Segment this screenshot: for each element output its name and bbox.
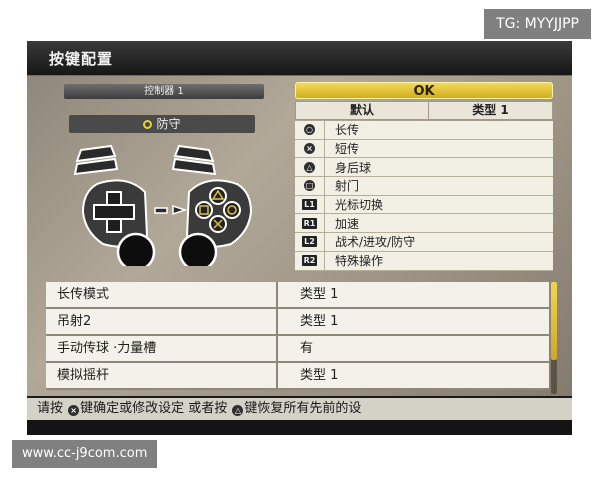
left-analog-stick [116,232,156,266]
option-name: 模拟摇杆 [46,363,278,388]
circle-button [223,201,241,219]
options-scrollbar[interactable] [551,282,557,394]
header-default[interactable]: 默认 [296,102,429,119]
header-type[interactable]: 类型 1 [429,102,552,119]
help-text-bar: 请按 × 键确定或修改设定 或者按 △ 键恢复所有先前的设 [27,398,572,420]
mapping-header: 默认 类型 1 [295,101,553,120]
mapping-row[interactable]: □ 射门 [295,177,553,196]
cross-icon: × [68,405,80,416]
option-name: 手动传球 ·力量槽 [46,336,278,361]
mapping-label: 战术/进攻/防守 [335,235,416,250]
mapping-label: 光标切换 [335,198,384,213]
r2-icon: R2 [301,255,318,267]
start-button [172,204,188,216]
r1-icon: R1 [301,217,318,229]
mapping-row[interactable]: L1 光标切换 [295,195,553,215]
bottom-border [27,420,572,435]
mapping-row[interactable]: R2 特殊操作 [295,251,553,271]
mapping-row[interactable]: ○ 长传 [295,121,553,140]
preset-selector[interactable]: 防守 [69,115,255,133]
options-table: 长传模式 类型 1 吊射2 类型 1 手动传球 ·力量槽 有 模拟摇杆 类型 1 [46,282,549,390]
option-value[interactable]: 类型 1 [278,309,549,334]
mapping-label: 长传 [335,123,360,138]
watermark-url: www.cc-j9com.com [12,440,158,468]
ok-button[interactable]: OK [295,82,553,99]
l2-icon: L2 [302,236,317,248]
option-value[interactable]: 类型 1 [278,363,549,388]
mapping-row[interactable]: × 短传 [295,139,553,159]
game-screen: 按键配置 控制器 1 防守 OK 默认 类型 1 ○ 长传 × 短传 △ 身后球… [27,41,572,435]
triangle-icon: △ [232,405,244,416]
button-mapping-list: ○ 长传 × 短传 △ 身后球 □ 射门 L1 光标切换 R1 加速 L2 战术… [295,121,553,271]
option-row[interactable]: 长传模式 类型 1 [46,282,549,309]
option-row[interactable]: 模拟摇杆 类型 1 [46,363,549,390]
watermark-tg: TG: MYYJJPP [484,9,591,39]
option-row[interactable]: 手动传球 ·力量槽 有 [46,336,549,363]
select-button [154,207,168,214]
mapping-row[interactable]: △ 身后球 [295,158,553,178]
circle-icon: ○ [304,124,315,136]
option-row[interactable]: 吊射2 类型 1 [46,309,549,336]
square-button [195,201,213,219]
scrollbar-thumb[interactable] [551,282,557,360]
l1-icon: L1 [302,199,317,211]
square-icon: □ [304,180,315,192]
option-value[interactable]: 有 [278,336,549,361]
option-value[interactable]: 类型 1 [278,282,549,307]
mapping-row[interactable]: L2 战术/进攻/防守 [295,233,553,252]
triangle-icon: △ [304,161,315,173]
mapping-row[interactable]: R1 加速 [295,214,553,234]
mapping-label: 射门 [335,179,360,194]
mapping-label: 特殊操作 [335,254,384,269]
controller-label: 控制器 1 [64,84,264,99]
mapping-label: 加速 [335,216,360,231]
controller-diagram [73,144,253,266]
mapping-label: 短传 [335,142,360,157]
right-analog-stick [178,232,218,266]
preset-label: 防守 [156,117,181,131]
option-name: 长传模式 [46,282,278,307]
page-title: 按键配置 [27,41,572,75]
circle-icon [143,120,153,129]
cross-icon: × [304,143,315,155]
option-name: 吊射2 [46,309,278,334]
mapping-label: 身后球 [335,160,372,175]
